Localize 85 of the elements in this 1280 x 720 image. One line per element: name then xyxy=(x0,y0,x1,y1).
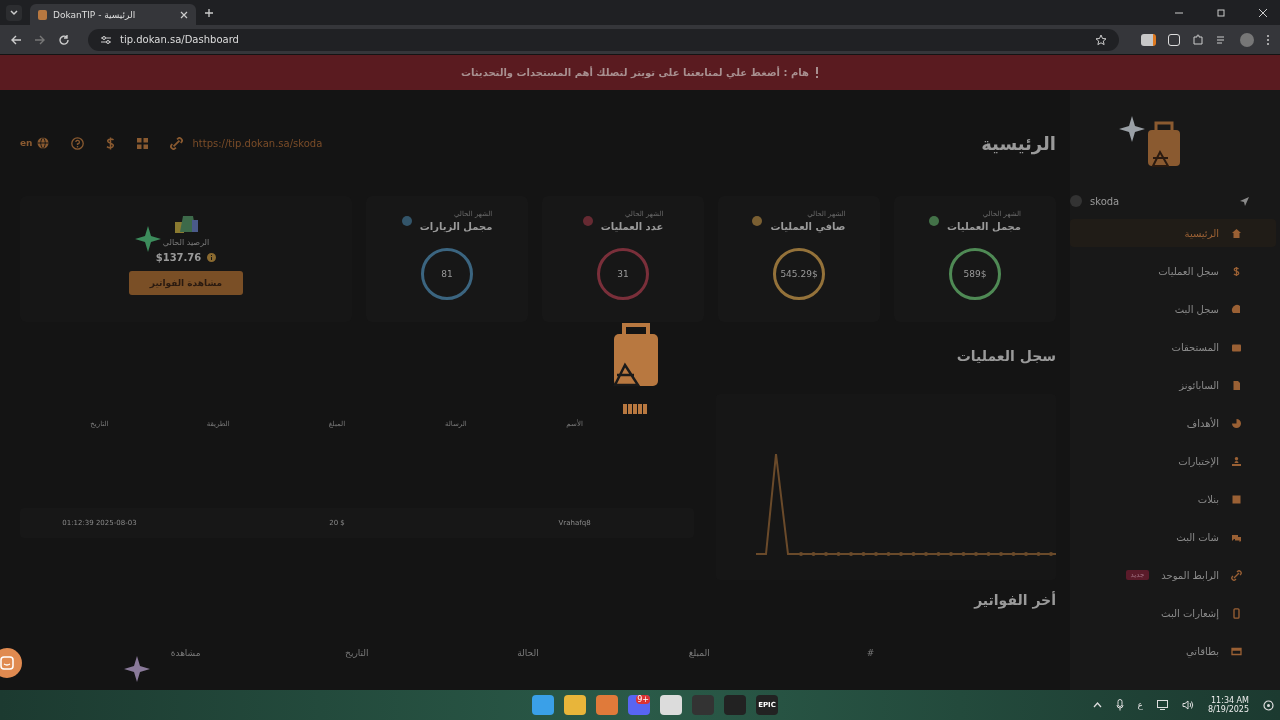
stat-ring: 81 xyxy=(421,248,473,300)
nav-item[interactable]: بنلات xyxy=(1070,485,1276,513)
stat-title: مجمل الزيارات xyxy=(419,221,493,232)
user-avatar xyxy=(1070,195,1082,207)
column-header: المبلغ xyxy=(687,648,711,658)
dollar-icon xyxy=(1231,265,1242,277)
close-icon[interactable] xyxy=(1258,7,1268,18)
discord-app-icon[interactable]: 9+ xyxy=(628,695,650,715)
card-icon xyxy=(1231,645,1242,657)
username: skoda xyxy=(1090,195,1120,207)
announcement-banner[interactable]: هام : أضغط علي لمتابعتنا على تويتر لتصلك أهم المستجدات والتحديثات xyxy=(0,55,1280,90)
stat-icon xyxy=(401,216,412,226)
nav-item[interactable]: شات البث xyxy=(1070,523,1276,551)
stat-title: مجمل العمليات xyxy=(947,221,1021,232)
stat-icon xyxy=(582,216,593,226)
stat-ring: 545.29$ xyxy=(773,248,825,300)
chat-widget-button[interactable] xyxy=(0,648,22,678)
browser-tab[interactable]: DokanTIP - الرئيسية xyxy=(30,4,196,25)
nav-item[interactable]: سجل البث xyxy=(1070,295,1276,323)
qr-code-icon[interactable] xyxy=(136,137,148,149)
home-icon xyxy=(1231,227,1242,239)
tab-title: DokanTIP - الرئيسية xyxy=(53,9,137,20)
column-header: التاريخ xyxy=(344,648,370,658)
column-header: # xyxy=(865,648,876,658)
column-header: مشاهدة xyxy=(169,648,202,658)
globe-icon[interactable] xyxy=(36,137,49,149)
restore-icon[interactable] xyxy=(1216,7,1226,18)
file-icon xyxy=(1231,379,1242,391)
more-icon[interactable] xyxy=(1266,33,1270,46)
extension-icon[interactable] xyxy=(1141,33,1156,46)
stat-title: صافي العمليات xyxy=(770,221,846,232)
close-icon[interactable] xyxy=(180,10,188,19)
sparkle-icon xyxy=(124,656,150,682)
nav-item[interactable]: المستحقات xyxy=(1070,333,1276,361)
clock-time[interactable]: 11:34 AM xyxy=(1211,696,1249,705)
stat-icon xyxy=(929,216,939,226)
monitor-icon[interactable] xyxy=(1156,700,1168,710)
stat-icon xyxy=(752,216,763,226)
nav-item[interactable]: سجل العمليات xyxy=(1070,257,1276,285)
section-title: سجل العمليات xyxy=(955,348,1056,364)
microphone-icon[interactable] xyxy=(1115,699,1124,711)
page-title: الرئيسية xyxy=(981,132,1056,154)
link-icon xyxy=(1231,569,1242,581)
stat-ring: 31 xyxy=(597,248,649,300)
section-title: أخر الفواتير xyxy=(972,592,1056,608)
info-icon[interactable] xyxy=(207,253,217,262)
reload-icon[interactable] xyxy=(58,33,70,46)
nav-item[interactable]: الأهداف xyxy=(1070,409,1276,437)
send-icon[interactable] xyxy=(1239,195,1250,207)
pie-icon xyxy=(1231,417,1242,429)
exclamation-icon xyxy=(815,67,819,78)
nav-item[interactable]: الإختبارات xyxy=(1070,447,1276,475)
nav-item[interactable]: بطاقاتي xyxy=(1070,637,1276,665)
chevron-up-icon[interactable] xyxy=(1092,702,1102,708)
person-icon xyxy=(1231,455,1242,467)
phone-icon xyxy=(1231,607,1242,619)
balance-amount: $137.76 xyxy=(155,252,202,263)
sparkle-icon xyxy=(135,226,161,252)
stat-title: عدد العمليات xyxy=(600,221,664,232)
site-settings-icon[interactable] xyxy=(100,34,112,45)
nav-item[interactable]: إشعارات البث xyxy=(1070,599,1276,627)
forward-icon[interactable] xyxy=(34,33,46,46)
back-icon[interactable] xyxy=(10,33,22,46)
speaker-icon[interactable] xyxy=(1181,700,1194,710)
notification-icon[interactable] xyxy=(1263,699,1274,711)
clock-date[interactable]: 8/19/2025 xyxy=(1207,705,1249,714)
notification-badge: 9+ xyxy=(636,695,650,704)
banner-text: هام : أضغط علي لمتابعتنا على تويتر لتصلك أهم المستجدات والتحديثات xyxy=(461,67,809,78)
nav-item[interactable]: السابائونز xyxy=(1070,371,1276,399)
balance-caption: الرصيد الحالي xyxy=(162,238,210,247)
nav-item[interactable]: الرئيسية xyxy=(1070,219,1276,247)
profile-avatar[interactable] xyxy=(1240,32,1254,47)
new-tab-icon[interactable] xyxy=(204,7,214,18)
tab-search-icon[interactable] xyxy=(6,4,22,21)
column-header: الحالة xyxy=(516,648,540,658)
loading-bars-icon xyxy=(623,404,647,414)
link-icon[interactable] xyxy=(169,136,183,150)
stat-ring: 589$ xyxy=(949,248,1001,300)
star-icon[interactable] xyxy=(1095,33,1107,46)
input-language[interactable]: ع xyxy=(1137,700,1143,710)
language-code[interactable]: en xyxy=(20,138,33,148)
chat-icon xyxy=(0,656,14,670)
help-icon[interactable] xyxy=(70,136,84,150)
address-field[interactable]: tip.dokan.sa/Dashboard xyxy=(88,28,1119,51)
dollar-icon[interactable] xyxy=(105,136,115,150)
